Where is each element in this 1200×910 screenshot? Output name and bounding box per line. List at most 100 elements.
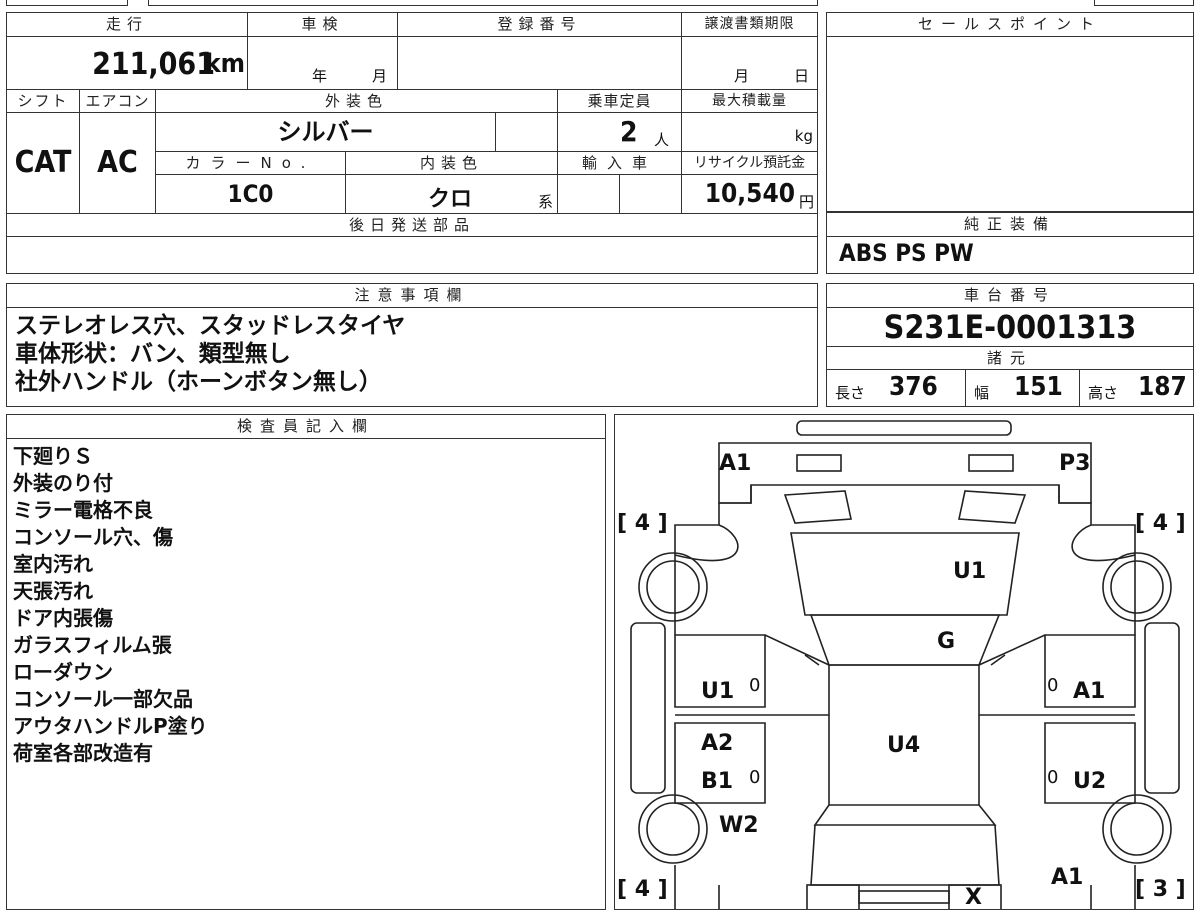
inspector-line: アウタハンドルP塗り bbox=[13, 714, 208, 738]
shift-header: シフト bbox=[7, 89, 79, 113]
inspector-line: 外装のり付 bbox=[13, 471, 113, 495]
color-no-value: 1C0 bbox=[155, 175, 345, 213]
inspector-header: 検査員記入欄 bbox=[7, 415, 605, 439]
transfer-deadline-header: 譲渡書類期限 bbox=[681, 13, 817, 37]
side-step-right bbox=[1144, 622, 1180, 794]
chassis-header: 車台番号 bbox=[827, 284, 1193, 308]
top-strip-mid bbox=[148, 0, 818, 6]
shaken-year: 年 bbox=[312, 67, 328, 85]
car-diagram bbox=[630, 420, 1180, 909]
genuine-equipment-box: 純正装備 ABS PS PW bbox=[826, 212, 1194, 274]
shaken-month: 月 bbox=[372, 67, 388, 85]
top-strip-right bbox=[1094, 0, 1194, 6]
interior-color-value: クロ bbox=[428, 187, 473, 212]
genuine-equipment-value: ABS PS PW bbox=[839, 239, 974, 267]
notes-box: 注意事項欄 ステレオレス穴、スタッドレスタイヤ 車体形状：バン、類型無し 社外ハ… bbox=[6, 283, 818, 407]
wheel-rl-inner bbox=[646, 802, 700, 856]
import-cell-b bbox=[619, 175, 681, 213]
spec-length: 長さ 376 bbox=[827, 370, 965, 406]
capacity-value: 2 bbox=[620, 115, 638, 148]
headlight-right bbox=[968, 454, 1014, 472]
inspector-line: 室内汚れ bbox=[13, 552, 93, 576]
recycle-value: 10,540 bbox=[704, 179, 795, 209]
max-load-cell: kg bbox=[681, 113, 817, 151]
spec-length-label: 長さ bbox=[835, 384, 866, 402]
front-nose bbox=[718, 442, 1092, 504]
notes-header: 注意事項欄 bbox=[7, 284, 817, 308]
body-outline bbox=[674, 485, 1136, 555]
later-parts-header: 後日発送部品 bbox=[7, 213, 817, 237]
grille bbox=[783, 490, 1027, 524]
exterior-color-header: 外装色 bbox=[155, 89, 557, 113]
wheel-fr-inner bbox=[1110, 560, 1164, 614]
label-rear-right: A1 bbox=[1051, 865, 1084, 890]
registration-header: 登録番号 bbox=[397, 13, 681, 37]
headlight-left bbox=[796, 454, 842, 472]
spec-length-value: 376 bbox=[889, 372, 938, 402]
max-load-header: 最大積載量 bbox=[681, 89, 817, 113]
wheel-fl bbox=[638, 552, 708, 622]
label-handle-r: 0 bbox=[1047, 767, 1059, 788]
aircon-header: エアコン bbox=[79, 89, 155, 113]
label-door-rl-top: A2 bbox=[701, 731, 734, 756]
rear-bumper-left bbox=[806, 884, 860, 909]
registration-cell bbox=[397, 37, 681, 89]
shift-value: CAT bbox=[14, 145, 72, 180]
label-door-fl: U1 bbox=[701, 679, 735, 704]
chassis-number: S231E-0001313 bbox=[883, 308, 1137, 346]
label-hood: U1 bbox=[953, 559, 987, 584]
interior-color-cell: クロ 系 bbox=[345, 175, 557, 213]
inspector-line: 下廻りＳ bbox=[13, 444, 93, 468]
mileage-value: 211,061 bbox=[92, 47, 215, 82]
wheel-rl bbox=[638, 794, 708, 864]
transfer-month: 月 bbox=[734, 67, 750, 85]
sales-point-header: セールスポイント bbox=[827, 13, 1193, 37]
capacity-unit: 人 bbox=[654, 131, 670, 149]
exterior-color-value: シルバー bbox=[155, 113, 495, 151]
sales-point-box: セールスポイント bbox=[826, 12, 1194, 212]
label-mirror-l: 0 bbox=[749, 675, 761, 696]
color-no-header: カラーNo. bbox=[155, 151, 345, 175]
max-load-unit: kg bbox=[794, 127, 813, 145]
label-door-fr: A1 bbox=[1073, 679, 1106, 704]
mileage-header: 走行 bbox=[7, 13, 247, 37]
rear-corner-left bbox=[674, 865, 720, 909]
aircon-value: AC bbox=[79, 113, 155, 213]
spec-width-value: 151 bbox=[1014, 372, 1063, 402]
wheel-fr bbox=[1102, 552, 1172, 622]
spec-height: 高さ 187 bbox=[1079, 370, 1193, 406]
rear-body bbox=[810, 804, 1000, 886]
genuine-equipment-header: 純正装備 bbox=[827, 213, 1193, 237]
vehicle-info-table: 走行 車検 登録番号 譲渡書類期限 211,061 km 年 月 月 日 シフト… bbox=[6, 12, 818, 274]
wheel-fl-inner bbox=[646, 560, 700, 614]
recycle-header: リサイクル預託金 bbox=[681, 151, 817, 175]
rear-corner-right bbox=[1090, 865, 1136, 909]
windshield bbox=[809, 614, 1001, 666]
interior-color-suffix: 系 bbox=[537, 193, 553, 211]
recycle-cell: 10,540 円 bbox=[681, 175, 817, 213]
inspector-line: ガラスフィルム張 bbox=[13, 633, 172, 657]
inspector-line: コンソール一部欠品 bbox=[13, 687, 193, 711]
shaken-cell: 年 月 bbox=[247, 37, 397, 89]
inspector-lines: 下廻りＳ 外装のり付 ミラー電格不良 コンソール穴、傷 室内汚れ 天張汚れ ドア… bbox=[13, 443, 208, 767]
label-front-left: A1 bbox=[719, 451, 752, 476]
inspector-line: ミラー電格不良 bbox=[13, 498, 153, 522]
spec-height-value: 187 bbox=[1138, 372, 1187, 402]
note-line: ステレオレス穴、スタッドレスタイヤ bbox=[15, 313, 406, 339]
inspector-box: 検査員記入欄 下廻りＳ 外装のり付 ミラー電格不良 コンソール穴、傷 室内汚れ … bbox=[6, 414, 606, 910]
label-tire-fl: [ 4 ] bbox=[617, 511, 668, 536]
label-roof: U4 bbox=[887, 733, 921, 758]
top-strip-left bbox=[6, 0, 128, 6]
capacity-cell: 2 人 bbox=[557, 113, 681, 151]
rear-bumper-mid bbox=[858, 890, 950, 904]
inspector-line: 天張汚れ bbox=[13, 579, 93, 603]
roof-shoulder bbox=[804, 654, 1006, 666]
shaken-header: 車検 bbox=[247, 13, 397, 37]
spec-height-label: 高さ bbox=[1088, 384, 1119, 402]
door-fr bbox=[978, 634, 1136, 708]
note-line: 社外ハンドル（ホーンボタン無し） bbox=[15, 369, 382, 395]
label-rear-left: W2 bbox=[719, 813, 759, 838]
inspector-line: ドア内張傷 bbox=[13, 606, 113, 630]
front-bumper bbox=[796, 420, 1012, 436]
label-tire-fr: [ 4 ] bbox=[1135, 511, 1186, 536]
